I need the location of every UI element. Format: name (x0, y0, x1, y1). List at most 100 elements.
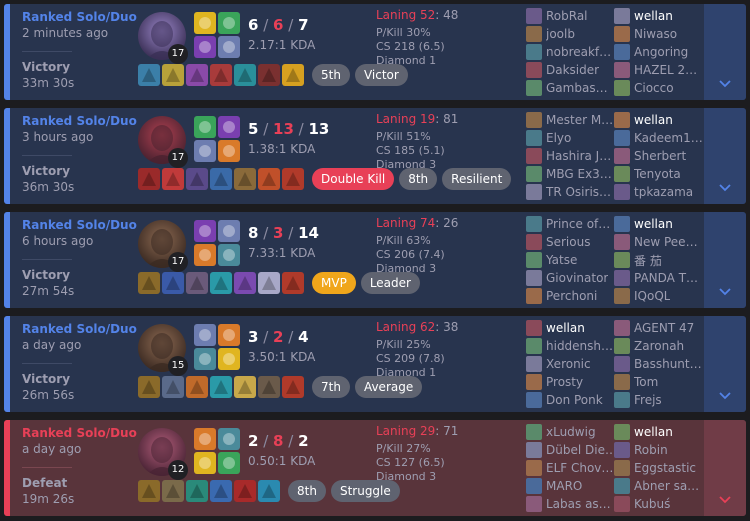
team-player[interactable]: Robin (614, 441, 668, 459)
team-player[interactable]: Abner sa… (614, 477, 699, 495)
item-icon[interactable] (162, 168, 184, 190)
item-icon[interactable] (234, 168, 256, 190)
item-icon[interactable] (186, 376, 208, 398)
summoner-spell-icon[interactable] (218, 324, 240, 346)
team-player[interactable]: Frejs (614, 391, 662, 409)
keystone-rune-icon[interactable] (194, 244, 216, 266)
expand-button[interactable] (704, 420, 746, 516)
summoner-spell-icon[interactable] (194, 220, 216, 242)
team-player[interactable]: wellan (614, 111, 673, 129)
item-icon[interactable] (234, 64, 256, 86)
secondary-rune-icon[interactable] (218, 140, 240, 162)
item-icon[interactable] (162, 64, 184, 86)
team-player[interactable]: AGENT 47 (614, 319, 694, 337)
team-player[interactable]: Prosty (526, 373, 583, 391)
secondary-rune-icon[interactable] (218, 244, 240, 266)
team-player[interactable]: RobRal (526, 7, 588, 25)
item-icon[interactable] (186, 64, 208, 86)
expand-button[interactable] (704, 108, 746, 204)
team-player[interactable]: nobreakf… (526, 43, 611, 61)
item-icon[interactable] (282, 272, 304, 294)
team-player[interactable]: Mester M… (526, 111, 613, 129)
item-icon[interactable] (234, 480, 256, 502)
item-icon[interactable] (234, 272, 256, 294)
team-player[interactable]: Zaronah (614, 337, 684, 355)
item-icon[interactable] (138, 376, 160, 398)
team-player[interactable]: HAZEL 2… (614, 61, 697, 79)
expand-button[interactable] (704, 316, 746, 412)
secondary-rune-icon[interactable] (218, 348, 240, 370)
team-player[interactable]: wellan (614, 423, 673, 441)
team-player[interactable]: xLudwig (526, 423, 596, 441)
secondary-rune-icon[interactable] (218, 452, 240, 474)
team-player[interactable]: Hashira J… (526, 147, 611, 165)
item-icon[interactable] (210, 376, 232, 398)
team-player[interactable]: wellan (614, 7, 673, 25)
team-player[interactable]: Serious (526, 233, 590, 251)
summoner-spell-icon[interactable] (194, 428, 216, 450)
team-player[interactable]: Dübel Die… (526, 441, 617, 459)
item-icon[interactable] (210, 168, 232, 190)
keystone-rune-icon[interactable] (194, 36, 216, 58)
item-icon[interactable] (138, 168, 160, 190)
team-player[interactable]: Ciocco (614, 79, 674, 97)
team-player[interactable]: Xeronic (526, 355, 591, 373)
team-player[interactable]: Niwaso (614, 25, 677, 43)
team-player[interactable]: Angoring (614, 43, 688, 61)
summoner-spell-icon[interactable] (194, 116, 216, 138)
keystone-rune-icon[interactable] (194, 348, 216, 370)
team-player[interactable]: Prince of… (526, 215, 610, 233)
item-icon[interactable] (162, 272, 184, 294)
summoner-spell-icon[interactable] (218, 12, 240, 34)
item-icon[interactable] (210, 64, 232, 86)
match-card[interactable]: Ranked Solo/Duo 3 hours ago Victory 36m 30s… (4, 108, 746, 204)
team-player[interactable]: Yatse (526, 251, 577, 269)
keystone-rune-icon[interactable] (194, 452, 216, 474)
team-player[interactable]: ELF Chov… (526, 459, 613, 477)
summoner-spell-icon[interactable] (194, 12, 216, 34)
team-player[interactable]: Gambas… (526, 79, 608, 97)
summoner-spell-icon[interactable] (218, 220, 240, 242)
team-player[interactable]: MARO (526, 477, 582, 495)
team-player[interactable]: IQoQL (614, 287, 670, 305)
summoner-spell-icon[interactable] (218, 428, 240, 450)
team-player[interactable]: Elyo (526, 129, 571, 147)
team-player[interactable]: Giovinator (526, 269, 608, 287)
match-card[interactable]: Ranked Solo/Duo a day ago Victory 26m 56s 15… (4, 316, 746, 412)
item-icon[interactable] (162, 480, 184, 502)
item-icon[interactable] (282, 376, 304, 398)
team-player[interactable]: joolb (526, 25, 575, 43)
item-icon[interactable] (186, 272, 208, 294)
team-player[interactable]: Kadeem1… (614, 129, 703, 147)
team-player[interactable]: MBG Ex3… (526, 165, 612, 183)
team-player[interactable]: PANDA T… (614, 269, 698, 287)
match-card[interactable]: Ranked Solo/Duo 6 hours ago Victory 27m 54s… (4, 212, 746, 308)
item-icon[interactable] (186, 168, 208, 190)
team-player[interactable]: TR Osiris… (526, 183, 611, 201)
item-icon[interactable] (234, 376, 256, 398)
item-icon[interactable] (258, 168, 280, 190)
team-player[interactable]: Eggstastic (614, 459, 696, 477)
expand-button[interactable] (704, 4, 746, 100)
item-icon[interactable] (258, 376, 280, 398)
team-player[interactable]: Sherbert (614, 147, 686, 165)
team-player[interactable]: hiddensh… (526, 337, 613, 355)
team-player[interactable]: Basshunt… (614, 355, 702, 373)
team-player[interactable]: wellan (614, 215, 673, 233)
team-player[interactable]: Kubuś (614, 495, 670, 513)
item-icon[interactable] (258, 272, 280, 294)
team-player[interactable]: Daksider (526, 61, 599, 79)
team-player[interactable]: New Pee… (614, 233, 698, 251)
summoner-spell-icon[interactable] (218, 116, 240, 138)
match-card[interactable]: Ranked Solo/Duo 2 minutes ago Victory 33m 3… (4, 4, 746, 100)
secondary-rune-icon[interactable] (218, 36, 240, 58)
team-player[interactable]: 番 茄 (614, 251, 662, 269)
team-player[interactable]: tpkazama (614, 183, 693, 201)
team-player[interactable]: wellan (526, 319, 585, 337)
item-icon[interactable] (138, 64, 160, 86)
item-icon[interactable] (138, 480, 160, 502)
item-icon[interactable] (186, 480, 208, 502)
match-card[interactable]: Ranked Solo/Duo a day ago Defeat 19m 26s 12 2… (4, 420, 746, 516)
item-icon[interactable] (138, 272, 160, 294)
team-player[interactable]: Tenyota (614, 165, 681, 183)
